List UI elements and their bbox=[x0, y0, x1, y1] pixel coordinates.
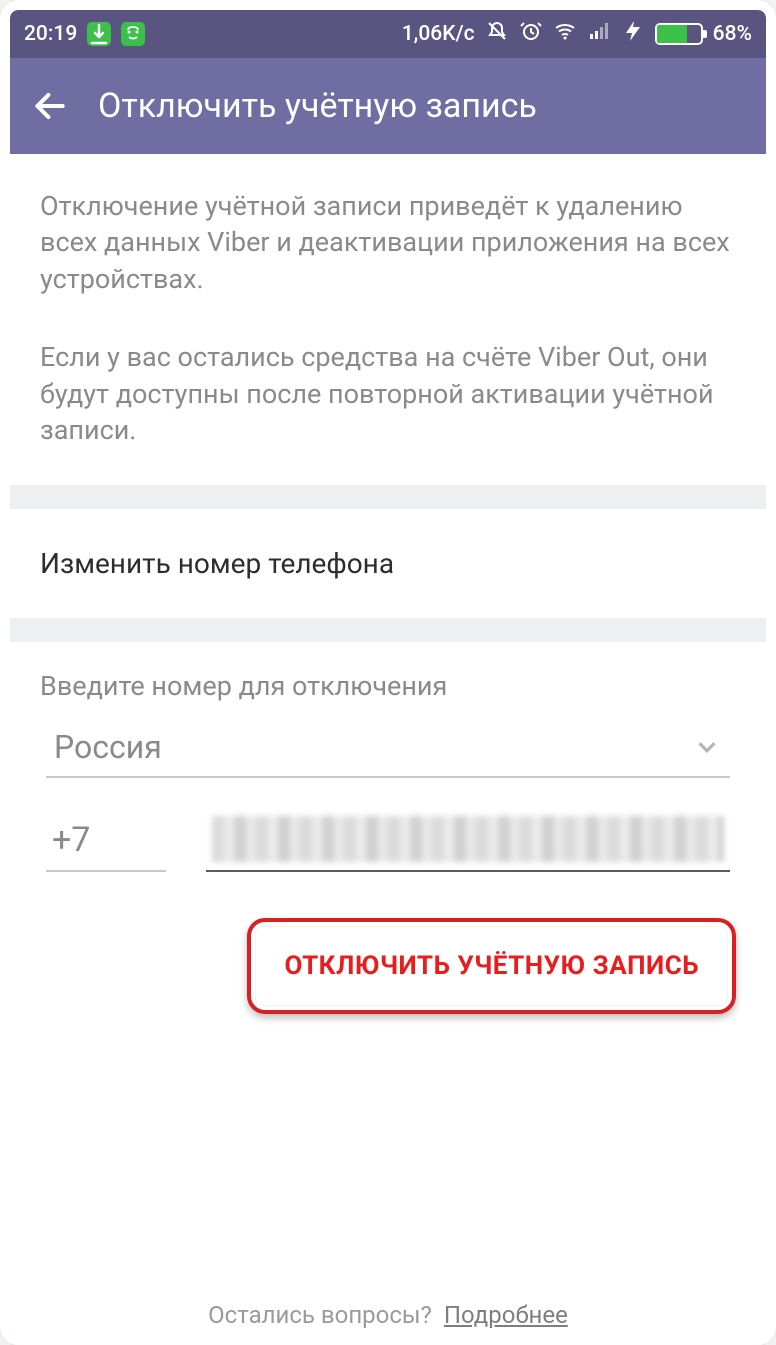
footer: Остались вопросы? Подробнее bbox=[10, 1279, 766, 1335]
country-code-input[interactable]: +7 bbox=[46, 812, 166, 872]
info-paragraph-2: Если у вас остались средства на счёте Vi… bbox=[40, 339, 736, 448]
app-status-icon bbox=[121, 22, 145, 46]
deactivate-highlight: ОТКЛЮЧИТЬ УЧЁТНУЮ ЗАПИСЬ bbox=[247, 918, 736, 1014]
app-bar: Отключить учётную запись bbox=[10, 58, 766, 154]
country-select[interactable]: Россия bbox=[46, 720, 730, 778]
deactivate-form: Введите номер для отключения Россия +7 bbox=[10, 642, 766, 918]
chevron-down-icon bbox=[692, 732, 722, 762]
country-value: Россия bbox=[54, 728, 162, 766]
net-speed: 1,06K/c bbox=[402, 22, 475, 46]
footer-link[interactable]: Подробнее bbox=[444, 1301, 568, 1329]
charging-icon bbox=[621, 19, 645, 49]
battery-percent: 68% bbox=[713, 22, 752, 46]
wifi-icon bbox=[553, 19, 577, 49]
deactivate-button[interactable]: ОТКЛЮЧИТЬ УЧЁТНУЮ ЗАПИСЬ bbox=[255, 926, 728, 1006]
form-section-label: Введите номер для отключения bbox=[40, 670, 736, 702]
alarm-icon bbox=[519, 19, 543, 49]
signal-icon bbox=[587, 19, 611, 49]
info-paragraph-1: Отключение учётной записи приведёт к уда… bbox=[40, 188, 736, 297]
change-phone-row[interactable]: Изменить номер телефона bbox=[10, 509, 766, 618]
action-row: ОТКЛЮЧИТЬ УЧЁТНУЮ ЗАПИСЬ bbox=[10, 918, 766, 1054]
back-button[interactable] bbox=[28, 84, 72, 128]
status-time: 20:19 bbox=[24, 22, 77, 46]
battery-icon bbox=[655, 23, 703, 45]
download-icon bbox=[87, 22, 111, 46]
dnd-icon bbox=[485, 19, 509, 49]
redacted-number bbox=[212, 816, 724, 862]
phone-number-input[interactable] bbox=[206, 812, 730, 872]
status-bar: 20:19 1,06K/c 68% bbox=[10, 10, 766, 58]
page-title: Отключить учётную запись bbox=[98, 86, 537, 126]
footer-text: Остались вопросы? bbox=[208, 1301, 432, 1329]
change-phone-label: Изменить номер телефона bbox=[40, 547, 394, 580]
info-card: Отключение учётной записи приведёт к уда… bbox=[10, 154, 766, 485]
